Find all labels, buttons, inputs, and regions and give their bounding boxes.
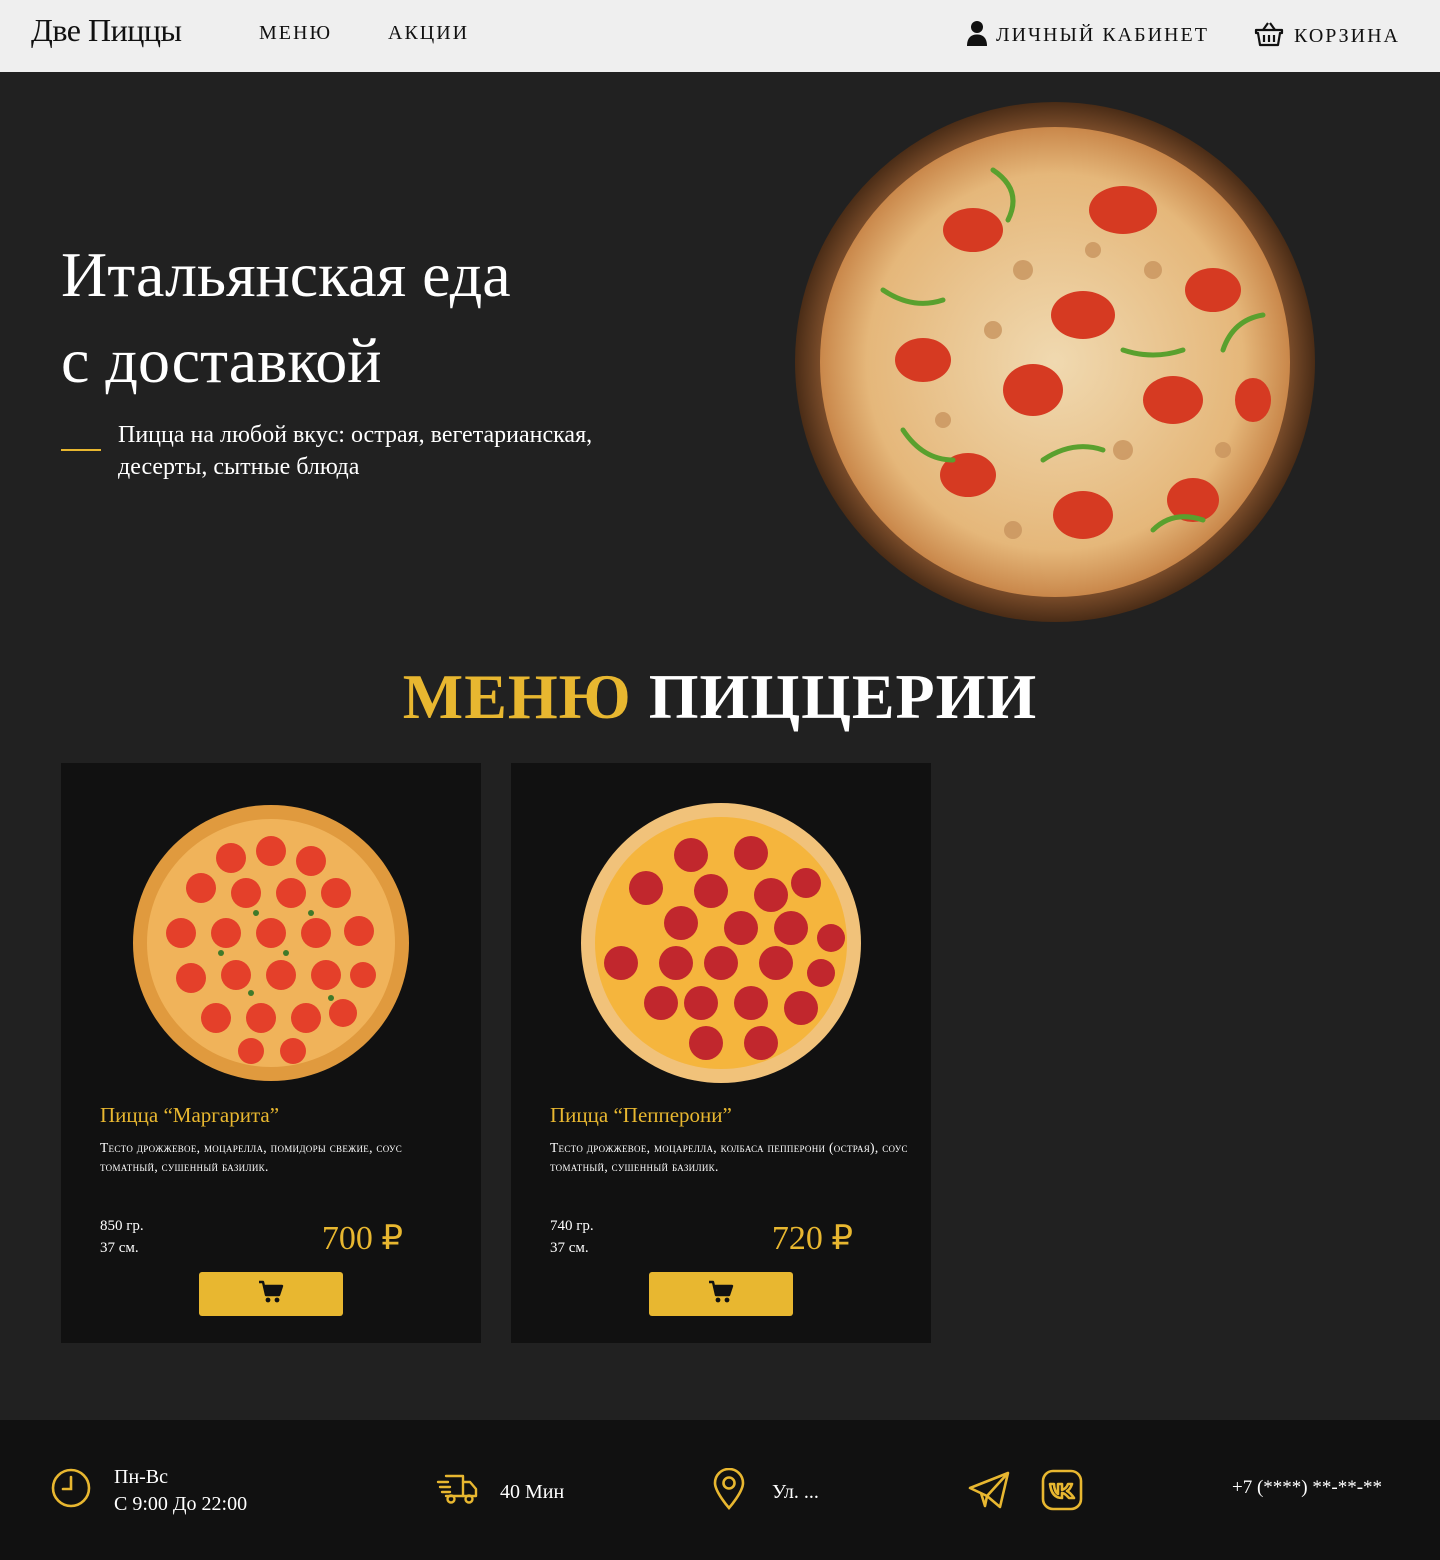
telegram-icon	[967, 1471, 1011, 1514]
opening-hours: Пн-Вс С 9:00 До 22:00	[50, 1464, 247, 1518]
hero-title-line1: Итальянская еда	[61, 239, 511, 310]
product-size: 37 см.	[100, 1240, 139, 1256]
basket-icon	[1254, 20, 1284, 52]
truck-icon	[436, 1472, 478, 1512]
product-price: 700 ₽	[321, 1220, 403, 1257]
product-specs: 850 гр. 37 см.	[100, 1215, 144, 1259]
site-footer: Пн-Вс С 9:00 До 22:00 40 Мин Ул. ... +7 …	[0, 1420, 1440, 1560]
hero-title-line2: с доставкой	[61, 325, 382, 396]
user-icon	[966, 20, 988, 50]
product-weight: 850 гр.	[100, 1218, 144, 1234]
hero-title: Итальянская еда с доставкой	[61, 232, 511, 404]
product-description: Тесто дрожжевое, моцарелла, колбаса пепп…	[550, 1140, 908, 1174]
product-name: Пицца “Пепперони”	[550, 1103, 732, 1127]
hours-time: С 9:00 До 22:00	[114, 1493, 248, 1515]
delivery-time: 40 Мин	[436, 1472, 564, 1512]
product-image-margherita	[131, 803, 411, 1083]
product-weight: 740 гр.	[550, 1218, 594, 1234]
product-card-pepperoni: Пицца “Пепперони” Тесто дрожжевое, моцар…	[511, 763, 931, 1343]
telegram-link[interactable]	[967, 1470, 1011, 1514]
menu-section-title: МЕНЮ ПИЦЦЕРИИ	[0, 660, 1440, 734]
menu-title-accent: МЕНЮ	[402, 661, 632, 732]
phone-number[interactable]: +7 (****) **-**-**	[1232, 1477, 1382, 1499]
account-link[interactable]: ЛИЧНЫЙ КАБИНЕТ	[966, 20, 1209, 50]
account-label: ЛИЧНЫЙ КАБИНЕТ	[996, 23, 1209, 46]
hero-pizza-image	[793, 100, 1317, 624]
delivery-time-text: 40 Мин	[500, 1480, 565, 1503]
address-text: Ул. ...	[772, 1480, 819, 1503]
vk-link[interactable]	[1041, 1469, 1083, 1515]
product-specs: 740 гр. 37 см.	[550, 1215, 594, 1259]
hero-subtitle: Пицца на любой вкус: острая, вегетарианс…	[118, 422, 593, 480]
product-name: Пицца “Маргарита”	[100, 1103, 280, 1127]
hours-days: Пн-Вс	[114, 1466, 169, 1488]
vk-icon	[1041, 1469, 1083, 1515]
hero-accent-line	[61, 449, 101, 451]
cart-link[interactable]: КОРЗИНА	[1254, 20, 1400, 52]
cart-icon	[708, 1280, 734, 1308]
add-to-cart-button[interactable]	[649, 1272, 793, 1316]
cart-icon	[258, 1280, 284, 1308]
clock-icon	[50, 1467, 92, 1515]
nav-link-promo[interactable]: АКЦИИ	[388, 22, 469, 45]
location-pin-icon	[712, 1467, 746, 1516]
address: Ул. ...	[712, 1467, 819, 1516]
product-price: 720 ₽	[771, 1220, 853, 1257]
product-size: 37 см.	[550, 1240, 589, 1256]
product-image-pepperoni	[581, 803, 861, 1083]
product-description: Тесто дрожжевое, моцарелла, помидоры све…	[100, 1140, 403, 1174]
cart-label: КОРЗИНА	[1294, 24, 1401, 47]
logo[interactable]: Две Пиццы	[31, 12, 182, 49]
nav-link-menu[interactable]: МЕНЮ	[259, 22, 332, 45]
menu-title-rest: ПИЦЦЕРИИ	[648, 661, 1038, 732]
product-card-margherita: Пицца “Маргарита” Тесто дрожжевое, моцар…	[61, 763, 481, 1343]
site-header: Две Пиццы МЕНЮ АКЦИИ ЛИЧНЫЙ КАБИНЕТ КОРЗ…	[0, 0, 1440, 72]
add-to-cart-button[interactable]	[199, 1272, 343, 1316]
